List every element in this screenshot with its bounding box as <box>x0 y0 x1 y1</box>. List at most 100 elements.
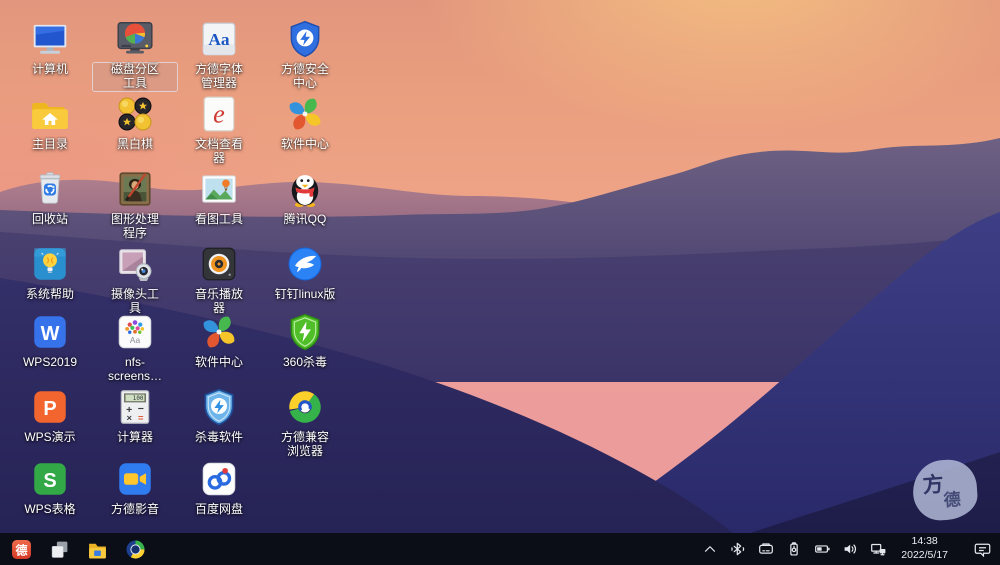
wps-p-icon: P <box>29 386 71 428</box>
notification-center-button[interactable] <box>972 539 992 559</box>
icon-label: 杀毒软件 <box>194 430 243 444</box>
desktop-icon-music-player[interactable]: 音乐播放 器 <box>177 243 261 316</box>
pinwheel-icon <box>198 311 240 353</box>
desktop-icon-camera-tool[interactable]: 摄像头工 具 <box>93 243 177 316</box>
window-switcher-icon <box>51 541 67 558</box>
help-bulb-icon <box>29 243 71 285</box>
svg-text:Aa: Aa <box>130 335 141 345</box>
desktop-icon-nfs-screensaver[interactable]: Aa nfs- screens… <box>93 311 177 384</box>
icon-label: 百度网盘 <box>194 502 243 516</box>
desktop-icon-wps-spreadsheet[interactable]: S WPS表格 <box>8 458 92 517</box>
computer-icon <box>29 18 71 60</box>
battery-icon <box>815 545 830 553</box>
icon-label: 计算器 <box>116 430 153 444</box>
baidu-knot-icon <box>198 458 240 500</box>
desktop-icon-home-directory[interactable]: 主目录 <box>8 93 92 152</box>
svg-text:100: 100 <box>133 396 144 402</box>
taskbar-apps: 德 <box>10 538 146 560</box>
webcam-icon <box>114 243 156 285</box>
icon-label: 磁盘分区 工具 <box>93 62 177 91</box>
desktop-icon-360-antivirus[interactable]: 360杀毒 <box>263 311 347 370</box>
usb-device-icon <box>790 542 799 556</box>
security-shield-icon <box>284 18 326 60</box>
taskbar-clock[interactable]: 14:38 2022/5/17 <box>901 535 948 562</box>
media-camera-icon <box>114 458 156 500</box>
desktop-icon-wps-presentation[interactable]: P WPS演示 <box>8 386 92 445</box>
photo-viewer-icon <box>198 168 240 210</box>
icon-label: 方德安全 中心 <box>280 62 329 90</box>
disk-partition-icon <box>114 18 156 60</box>
expand-tray-button[interactable] <box>700 539 720 559</box>
desktop-icon-computer[interactable]: 计算机 <box>8 18 92 77</box>
removable-drive-button[interactable] <box>756 539 776 559</box>
desktop-screen: 方 德 计算机 磁盘分区 工具 Aa 方德字体 管理器 方德安全 中心 主目录 … <box>0 0 1000 565</box>
svg-text:e: e <box>213 99 225 128</box>
browser-swirl-icon <box>284 386 326 428</box>
file-manager-icon <box>88 543 106 559</box>
browser-button[interactable] <box>124 538 146 560</box>
svg-text:=: = <box>138 413 144 424</box>
svg-text:W: W <box>41 323 60 345</box>
wps-w-icon: W <box>29 311 71 353</box>
bluetooth-button[interactable] <box>728 539 748 559</box>
desktop-icon-document-viewer[interactable]: e 文档查看 器 <box>177 93 261 166</box>
qq-penguin-icon <box>284 168 326 210</box>
battery-button[interactable] <box>812 539 832 559</box>
volume-button[interactable] <box>840 539 860 559</box>
desktop-icon-recycle-bin[interactable]: 回收站 <box>8 168 92 227</box>
icon-label: 黑白棋 <box>116 137 153 151</box>
desktop-icon-wps2019[interactable]: W WPS2019 <box>8 311 92 370</box>
icon-label: 主目录 <box>31 137 68 151</box>
icon-label: 方德字体 管理器 <box>194 62 243 90</box>
desktop-icon-fangde-font-manager[interactable]: Aa 方德字体 管理器 <box>177 18 261 91</box>
file-manager-button[interactable] <box>86 538 108 560</box>
desktop-icon-disk-partition-tool[interactable]: 磁盘分区 工具 <box>93 18 177 91</box>
icon-label: WPS2019 <box>22 355 78 369</box>
desktop-icon-baidu-netdisk[interactable]: 百度网盘 <box>177 458 261 517</box>
taskbar-tray: 14:38 2022/5/17 <box>700 535 992 562</box>
browser-icon <box>125 539 145 559</box>
taskbar: 德 14:38 2022/5/17 <box>0 533 1000 565</box>
icon-label: 系统帮助 <box>25 287 74 301</box>
desktop-icon-graphics-editor[interactable]: 图形处理 程序 <box>93 168 177 241</box>
icon-label: WPS演示 <box>24 430 76 444</box>
desktop-icon-system-help[interactable]: 系统帮助 <box>8 243 92 302</box>
icon-label: 文档查看 器 <box>194 137 243 165</box>
desktop-icon-image-viewer[interactable]: 看图工具 <box>177 168 261 227</box>
wps-s-icon: S <box>29 458 71 500</box>
start-menu-button[interactable]: 德 <box>10 538 32 560</box>
network-button[interactable] <box>868 539 888 559</box>
desktop-icon-fangde-media[interactable]: 方德影音 <box>93 458 177 517</box>
screensaver-dots-icon: Aa <box>114 311 156 353</box>
icon-label: 看图工具 <box>194 212 243 226</box>
network-icon <box>871 543 886 556</box>
window-switcher-button[interactable] <box>48 538 70 560</box>
gimp-icon <box>114 168 156 210</box>
desktop-icon-software-center-2[interactable]: 软件中心 <box>177 311 261 370</box>
icon-label: 图形处理 程序 <box>110 212 159 240</box>
desktop-icon-fangde-security-center[interactable]: 方德安全 中心 <box>263 18 347 91</box>
desktop-icon-dingtalk-linux[interactable]: 钉钉linux版 <box>263 243 347 302</box>
seal-char-bottom: 德 <box>943 489 962 511</box>
icon-label: 计算机 <box>31 62 68 76</box>
desktop-icon-software-center[interactable]: 软件中心 <box>263 93 347 152</box>
desktop-icon-fangde-browser[interactable]: 方德兼容 浏览器 <box>263 386 347 459</box>
othello-icon <box>114 93 156 135</box>
dingtalk-wing-icon <box>284 243 326 285</box>
svg-text:P: P <box>43 398 56 420</box>
desktop-icon-calculator[interactable]: 100 + − × = 计算器 <box>93 386 177 445</box>
shield-av-icon <box>198 386 240 428</box>
clock-time: 14:38 <box>911 535 938 548</box>
seal-char-top: 方 <box>921 472 945 498</box>
desktop-icon-antivirus-software[interactable]: 杀毒软件 <box>177 386 261 445</box>
expand-tray-icon <box>705 546 716 552</box>
desktop-icon-tencent-qq[interactable]: 腾讯QQ <box>263 168 347 227</box>
start-menu-icon: 德 <box>11 539 31 559</box>
desktop-icon-othello-game[interactable]: 黑白棋 <box>93 93 177 152</box>
icon-label: WPS表格 <box>24 502 76 516</box>
icon-label: 360杀毒 <box>282 355 328 369</box>
usb-device-button[interactable] <box>784 539 804 559</box>
shield-360-icon <box>284 311 326 353</box>
svg-text:S: S <box>43 470 56 492</box>
volume-icon <box>844 544 857 554</box>
